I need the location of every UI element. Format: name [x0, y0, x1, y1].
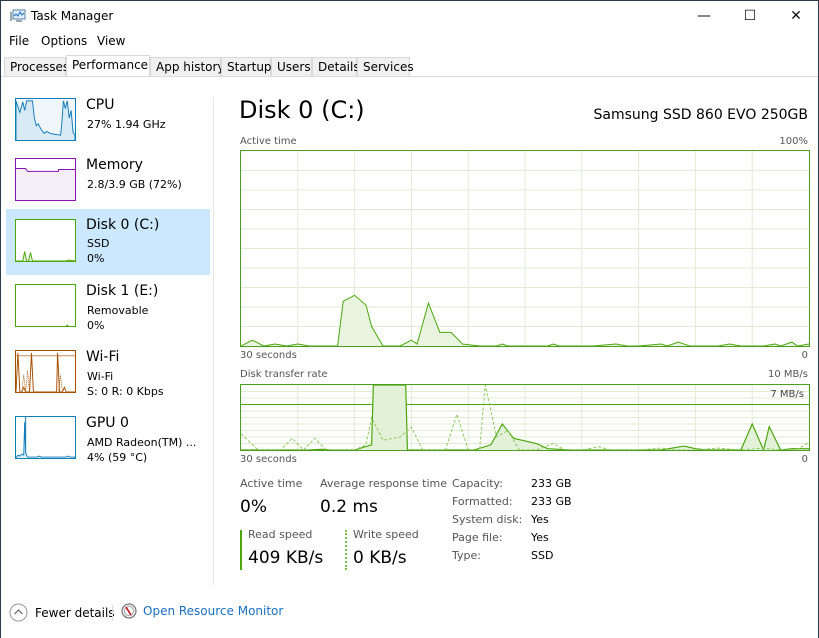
- sidebar-item-name: GPU 0: [86, 415, 129, 431]
- transfer-rate-xlabel-left: 30 seconds: [240, 454, 297, 465]
- property-value: SSD: [531, 549, 554, 562]
- sidebar-item-wifi[interactable]: Wi-Fi Wi-Fi S: 0 R: 0 Kbps: [6, 345, 210, 409]
- footer-bar: Fewer details Open Resource Monitor: [1, 599, 818, 629]
- disk0-thumbnail-graph: [15, 219, 76, 262]
- sidebar-item-throughput: S: 0 R: 0 Kbps: [87, 385, 164, 398]
- active-time-value: 0%: [240, 497, 267, 517]
- tab-startup[interactable]: Startup: [221, 57, 272, 77]
- active-time-chart-title: Active time: [240, 136, 297, 147]
- sidebar-item-name: Disk 0 (C:): [86, 217, 160, 233]
- sidebar-item-disk-1[interactable]: Disk 1 (E:) Removable 0%: [6, 279, 210, 343]
- property-value: Yes: [531, 513, 549, 526]
- sidebar-item-disk-0[interactable]: Disk 0 (C:) SSD 0%: [6, 209, 210, 275]
- active-time-label: Active time: [240, 477, 303, 490]
- tab-details[interactable]: Details: [312, 57, 360, 77]
- menu-file[interactable]: File: [9, 34, 29, 48]
- avg-response-label: Average response time: [320, 477, 447, 490]
- sidebar-item-detail: 2.8/3.9 GB (72%): [87, 178, 182, 191]
- disk-model: Samsung SSD 860 EVO 250GB: [593, 107, 808, 123]
- sidebar-item-name: Disk 1 (E:): [86, 283, 159, 299]
- tab-services[interactable]: Services: [357, 57, 414, 77]
- sidebar-item-cpu[interactable]: CPU 27% 1.94 GHz: [6, 93, 210, 157]
- active-time-chart: [240, 150, 810, 347]
- task-manager-app-icon: [10, 9, 26, 22]
- tab-processes[interactable]: Processes: [4, 57, 69, 77]
- detail-title: Disk 0 (C:): [239, 96, 365, 124]
- property-key: Formatted:: [452, 495, 513, 508]
- property-key: System disk:: [452, 513, 523, 526]
- active-time-ymax-label: 100%: [779, 136, 808, 147]
- sidebar-item-detail: 27% 1.94 GHz: [87, 118, 166, 131]
- tab-performance[interactable]: Performance: [66, 55, 150, 77]
- tab-app-history[interactable]: App history: [150, 57, 225, 77]
- read-speed-value: 409 KB/s: [248, 548, 324, 568]
- sidebar-item-detail: SSD: [87, 237, 110, 250]
- menu-view[interactable]: View: [97, 34, 125, 48]
- sidebar-item-detail: AMD Radeon(TM) ...: [87, 436, 197, 449]
- property-key: Capacity:: [452, 477, 503, 490]
- fewer-details-button[interactable]: Fewer details: [9, 603, 115, 622]
- write-speed-value: 0 KB/s: [353, 548, 407, 568]
- minimize-button[interactable]: —: [681, 1, 727, 31]
- sidebar-item-detail: Wi-Fi: [87, 370, 114, 383]
- tab-users[interactable]: Users: [271, 57, 312, 77]
- property-key: Page file:: [452, 531, 503, 544]
- open-resource-monitor-link[interactable]: Open Resource Monitor: [121, 603, 283, 619]
- sidebar-item-name: CPU: [86, 97, 115, 113]
- open-resource-monitor-label: Open Resource Monitor: [143, 604, 284, 618]
- avg-response-value: 0.2 ms: [320, 497, 378, 517]
- write-speed-label: Write speed: [353, 528, 419, 541]
- menu-options[interactable]: Options: [41, 34, 87, 48]
- property-value: Yes: [531, 531, 549, 544]
- sidebar-item-name: Memory: [86, 157, 143, 173]
- transfer-rate-chart: [240, 384, 810, 451]
- transfer-rate-ymax-label: 10 MB/s: [768, 369, 808, 380]
- sidebar-item-usage: 0%: [87, 319, 105, 332]
- task-manager-window: Task Manager — ☐ ✕ File Options View Pro…: [0, 0, 819, 638]
- close-button[interactable]: ✕: [773, 1, 819, 31]
- title-bar: Task Manager — ☐ ✕: [1, 1, 818, 31]
- sidebar-item-usage: 4% (59 °C): [87, 451, 148, 464]
- sidebar-item-detail: Removable: [87, 304, 149, 317]
- sidebar-divider: [213, 97, 214, 585]
- transfer-rate-reference-label: 7 MB/s: [770, 389, 804, 400]
- wifi-thumbnail-graph: [15, 350, 76, 393]
- property-value: 233 GB: [531, 477, 572, 490]
- close-icon: ✕: [790, 8, 802, 24]
- transfer-rate-xlabel-right: 0: [801, 454, 808, 465]
- fewer-details-label: Fewer details: [35, 605, 115, 620]
- tab-divider: [1, 76, 818, 77]
- sidebar-item-memory[interactable]: Memory 2.8/3.9 GB (72%): [6, 153, 210, 217]
- resource-monitor-icon: [121, 603, 137, 619]
- read-speed-label: Read speed: [248, 528, 313, 541]
- transfer-rate-chart-title: Disk transfer rate: [240, 369, 328, 380]
- disk1-thumbnail-graph: [15, 284, 76, 327]
- chevron-up-circle-icon: [9, 603, 28, 622]
- footer-divider: [112, 605, 113, 621]
- active-time-xlabel-right: 0: [801, 350, 808, 361]
- read-speed-legend-bar: [240, 530, 242, 570]
- cpu-thumbnail-graph: [15, 98, 76, 141]
- property-value: 233 GB: [531, 495, 572, 508]
- sidebar-item-gpu-0[interactable]: GPU 0 AMD Radeon(TM) ... 4% (59 °C): [6, 411, 210, 475]
- maximize-button[interactable]: ☐: [727, 1, 773, 31]
- memory-thumbnail-graph: [15, 158, 76, 201]
- active-time-xlabel-left: 30 seconds: [240, 350, 297, 361]
- gpu-thumbnail-graph: [15, 416, 76, 459]
- sidebar-item-usage: 0%: [87, 252, 105, 265]
- property-key: Type:: [452, 549, 481, 562]
- minimize-icon: —: [697, 8, 711, 24]
- maximize-icon: ☐: [743, 8, 757, 24]
- sidebar-item-name: Wi-Fi: [86, 349, 120, 365]
- write-speed-legend-bar: [345, 530, 347, 570]
- window-title: Task Manager: [31, 9, 114, 23]
